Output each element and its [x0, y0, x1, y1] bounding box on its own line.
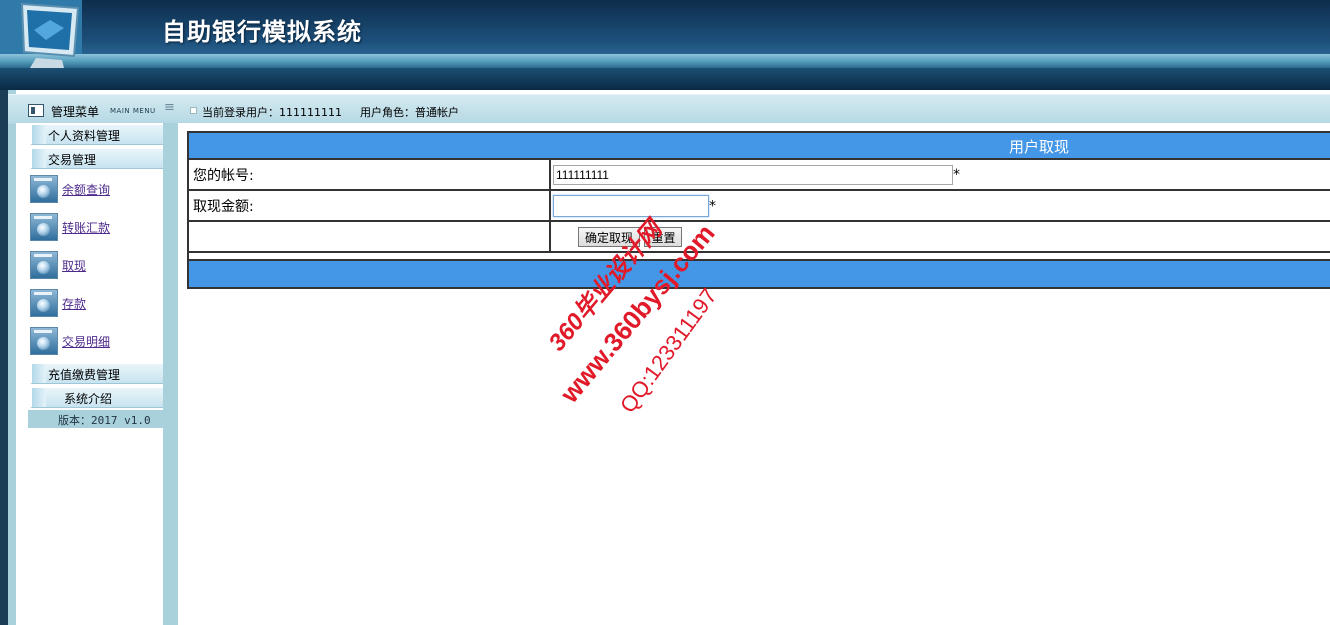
version-text: 版本：2017 v1.0	[58, 414, 151, 427]
sidebar-section-trade[interactable]: 交易管理	[30, 149, 166, 169]
sidebar-item-details[interactable]: 交易明细	[30, 327, 160, 357]
sidebar-section-label: 系统介绍	[64, 392, 113, 406]
header-band	[0, 54, 1330, 68]
account-user-icon	[30, 327, 58, 355]
account-user-icon	[30, 289, 58, 317]
menu-header: 管理菜单 MAIN MENU ≡	[16, 95, 176, 124]
app-title: 自助银行模拟系统	[162, 17, 362, 46]
login-user: 111111111	[279, 106, 342, 119]
version-bar: 版本：2017 v1.0	[28, 410, 163, 428]
menu-panel-icon	[28, 104, 44, 117]
empty-label-cell	[187, 220, 551, 253]
account-input[interactable]	[553, 164, 953, 185]
required-mark: *	[709, 198, 716, 214]
menu-subtitle: MAIN MENU	[110, 107, 156, 115]
amount-cell: *	[549, 189, 1330, 222]
sidebar-section-profile[interactable]: 个人资料管理	[30, 125, 166, 145]
monitor-logo-icon	[0, 0, 82, 68]
role-label: 用户角色：	[360, 106, 415, 119]
left-frame-light	[8, 90, 16, 625]
bullet-icon	[190, 107, 197, 114]
spacer-row	[187, 251, 1330, 261]
sidebar-section-label: 充值缴费管理	[48, 368, 121, 382]
main-content: 用户取现 您的帐号: * 取现金额: * 确定取现 重置	[178, 123, 1330, 625]
sidebar-link-balance[interactable]: 余额查询	[62, 181, 110, 198]
sidebar-divider	[163, 123, 178, 625]
button-cell: 确定取现 重置	[549, 220, 1330, 253]
form-footer-bar	[187, 259, 1330, 289]
account-cell: *	[549, 158, 1330, 191]
form-title: 用户取现	[1009, 138, 1070, 156]
list-toggle-icon[interactable]: ≡	[164, 101, 175, 114]
app-header: 自助银行模拟系统	[0, 0, 1330, 90]
sidebar-section-label: 个人资料管理	[48, 129, 121, 143]
current-user-info: 当前登录用户：111111111 用户角色：普通帐户	[202, 104, 459, 120]
withdraw-form: 用户取现 您的帐号: * 取现金额: * 确定取现 重置	[187, 131, 1330, 289]
form-title-bar: 用户取现	[187, 131, 1330, 160]
amount-input[interactable]	[553, 194, 709, 217]
account-user-icon	[30, 251, 58, 279]
amount-label: 取现金额:	[187, 189, 551, 222]
user-role: 普通帐户	[415, 106, 459, 119]
sidebar-link-transfer[interactable]: 转账汇款	[62, 219, 110, 236]
sidebar-section-label: 交易管理	[48, 153, 97, 167]
required-mark: *	[953, 166, 960, 183]
left-frame-strip	[0, 90, 8, 625]
sidebar-link-details[interactable]: 交易明细	[62, 333, 110, 350]
account-label: 您的帐号:	[187, 158, 551, 191]
menu-bar: 管理菜单 MAIN MENU ≡ 当前登录用户：111111111 用户角色：普通…	[8, 94, 1330, 124]
sidebar-item-balance[interactable]: 余额查询	[30, 175, 160, 205]
sidebar-link-withdraw[interactable]: 取现	[62, 257, 86, 274]
account-user-icon	[30, 213, 58, 241]
sidebar-item-transfer[interactable]: 转账汇款	[30, 213, 160, 243]
sidebar-link-deposit[interactable]: 存款	[62, 295, 86, 312]
sidebar-section-about[interactable]: 系统介绍	[30, 388, 166, 408]
sidebar: 个人资料管理 交易管理 余额查询 转账汇款 取现 存款 交易明细 充值缴费管理 …	[16, 123, 166, 625]
header-band-dark	[0, 68, 1330, 90]
menu-title: 管理菜单	[51, 105, 100, 119]
sidebar-item-deposit[interactable]: 存款	[30, 289, 160, 319]
sidebar-item-withdraw[interactable]: 取现	[30, 251, 160, 281]
login-label: 当前登录用户：	[202, 106, 279, 119]
sidebar-section-recharge[interactable]: 充值缴费管理	[30, 364, 166, 384]
account-user-icon	[30, 175, 58, 203]
